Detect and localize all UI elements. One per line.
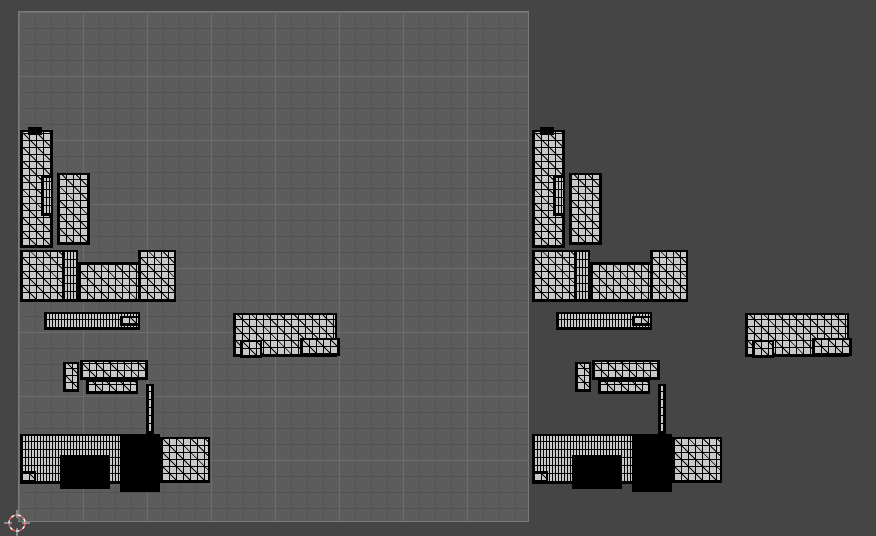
uv-island[interactable] — [658, 384, 666, 434]
uv-island[interactable] — [41, 176, 53, 216]
uv-island[interactable] — [120, 434, 160, 492]
uv-island[interactable] — [146, 384, 154, 434]
uv-island[interactable] — [650, 250, 688, 302]
uv-island[interactable] — [632, 316, 652, 326]
uv-island[interactable] — [540, 127, 554, 135]
uv-island[interactable] — [138, 250, 176, 302]
uv-island[interactable] — [532, 471, 548, 483]
uv-island[interactable] — [574, 250, 590, 302]
uv-island[interactable] — [575, 362, 591, 392]
uv-island[interactable] — [120, 316, 140, 326]
2d-cursor-icon[interactable] — [4, 510, 30, 536]
uv-island[interactable] — [28, 127, 42, 135]
uv-island[interactable] — [86, 380, 138, 394]
uv-island[interactable] — [632, 434, 672, 492]
uv-island[interactable] — [672, 437, 722, 483]
uv-island[interactable] — [592, 360, 660, 380]
uv-island[interactable] — [240, 340, 262, 358]
uv-island[interactable] — [60, 455, 110, 489]
uv-island[interactable] — [569, 173, 602, 245]
uv-island[interactable] — [300, 338, 340, 356]
uv-island[interactable] — [598, 380, 650, 394]
uv-island[interactable] — [590, 262, 652, 302]
uv-island[interactable] — [812, 338, 852, 356]
uv-island[interactable] — [572, 455, 622, 489]
uv-island[interactable] — [62, 250, 78, 302]
uv-island[interactable] — [80, 360, 148, 380]
uv-island[interactable] — [57, 173, 90, 245]
uv-island[interactable] — [752, 340, 774, 358]
uv-island[interactable] — [63, 362, 79, 392]
uv-island[interactable] — [20, 471, 36, 483]
uv-island[interactable] — [553, 176, 565, 216]
uv-island[interactable] — [78, 262, 140, 302]
uv-editor-viewport[interactable] — [0, 0, 876, 536]
uv-island[interactable] — [160, 437, 210, 483]
